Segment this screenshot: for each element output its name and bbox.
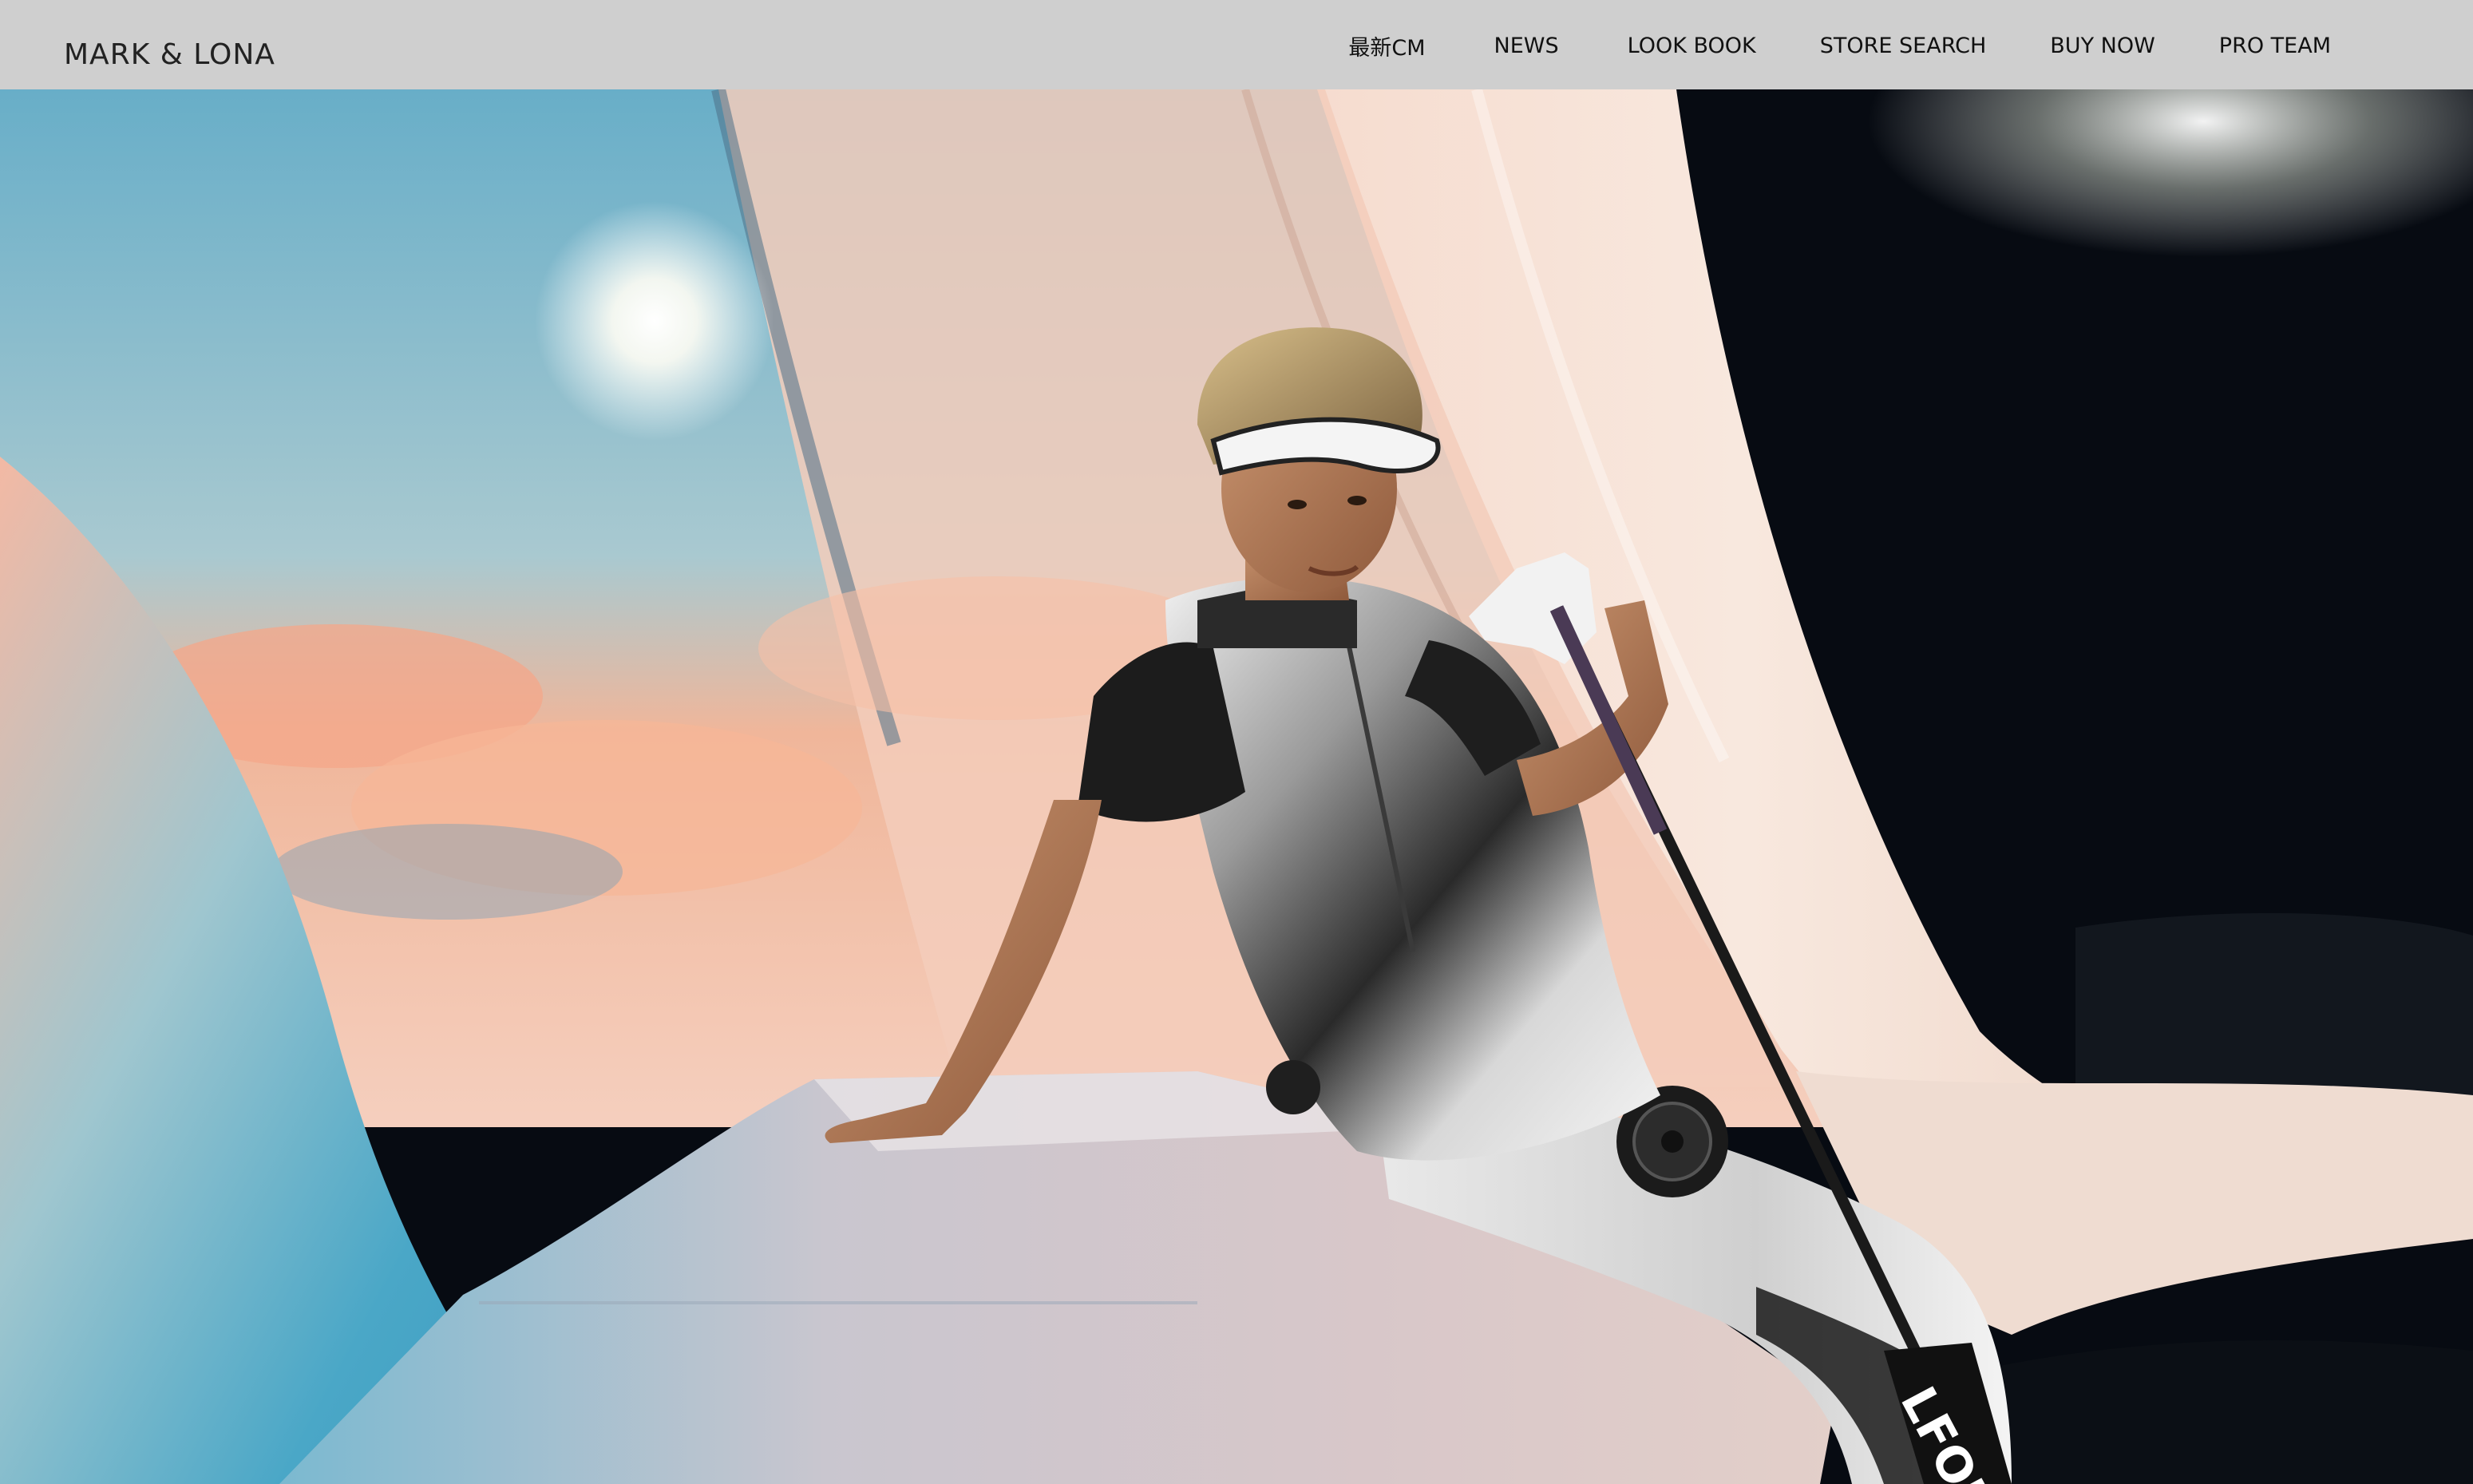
brand-logo[interactable]: MARK & LONA [64, 38, 275, 71]
main-nav: 最新CM NEWS LOOK BOOK STORE SEARCH BUY NOW… [1348, 0, 2473, 89]
nav-item-pro-team[interactable]: PRO TEAM [2219, 32, 2331, 58]
page: MARK & LONA 最新CM NEWS LOOK BOOK STORE SE… [0, 0, 2473, 1484]
hero-photo: LFOR [0, 89, 2473, 1484]
nav-item-latest-cm[interactable]: 最新CM [1348, 29, 1425, 61]
nav-item-news[interactable]: NEWS [1494, 32, 1559, 58]
hero-image: LFOR [0, 89, 2473, 1484]
nav-item-store-search[interactable]: STORE SEARCH [1820, 32, 1987, 58]
site-header: MARK & LONA 最新CM NEWS LOOK BOOK STORE SE… [0, 0, 2473, 89]
nav-item-look-book[interactable]: LOOK BOOK [1628, 32, 1756, 58]
nav-item-buy-now[interactable]: BUY NOW [2050, 32, 2155, 58]
